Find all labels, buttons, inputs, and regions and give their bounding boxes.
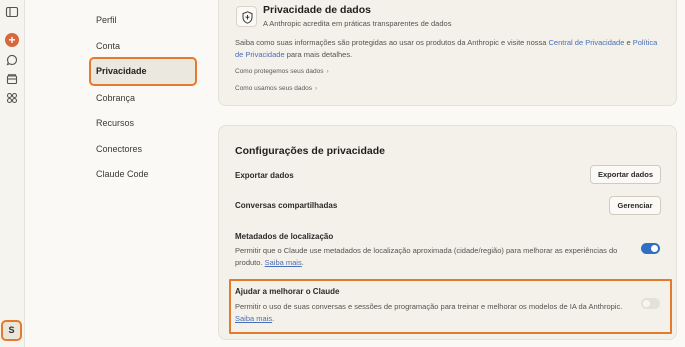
desc-text: Saiba como suas informações são protegid…: [235, 38, 549, 47]
desc-text: .: [301, 258, 304, 267]
how-we-protect-link[interactable]: Como protegemos seus dados ›: [235, 68, 329, 75]
chats-icon[interactable]: [5, 53, 19, 67]
manage-shared-button[interactable]: Gerenciar: [609, 196, 661, 215]
projects-icon[interactable]: [5, 72, 19, 86]
nav-item-recursos[interactable]: Recursos: [92, 112, 194, 134]
privacy-settings-title: Configurações de privacidade: [235, 145, 385, 157]
data-privacy-card: Privacidade de dados A Anthropic acredit…: [218, 0, 677, 106]
sidebar-toggle-icon[interactable]: [5, 5, 19, 19]
nav-item-perfil[interactable]: Perfil: [92, 9, 194, 31]
export-data-label: Exportar dados: [235, 171, 294, 180]
desc-text: para mais detalhes.: [284, 49, 353, 59]
nav-item-cobranca[interactable]: Cobrança: [92, 87, 194, 109]
location-metadata-desc: Permitir que o Claude use metadados de l…: [235, 245, 625, 269]
link-label: Como usamos seus dados: [235, 85, 312, 92]
shield-icon: [236, 6, 257, 27]
location-metadata-toggle[interactable]: [641, 243, 660, 254]
link-label: Como protegemos seus dados: [235, 68, 324, 75]
data-privacy-title: Privacidade de dados: [263, 4, 371, 16]
nav-item-claude-code[interactable]: Claude Code: [92, 163, 194, 185]
chevron-right-icon: ›: [326, 68, 329, 75]
nav-item-conta[interactable]: Conta: [92, 35, 194, 57]
improve-claude-highlight: [229, 279, 672, 334]
location-metadata-label: Metadados de localização: [235, 232, 334, 241]
how-we-use-link[interactable]: Como usamos seus dados ›: [235, 85, 317, 92]
nav-item-privacidade[interactable]: Privacidade: [89, 57, 197, 86]
artifacts-icon[interactable]: [5, 91, 19, 105]
left-rail: + S: [0, 0, 25, 347]
data-privacy-description: Saiba como suas informações são protegid…: [235, 37, 665, 60]
nav-item-conectores[interactable]: Conectores: [92, 138, 194, 160]
shared-chats-label: Conversas compartilhadas: [235, 201, 338, 210]
export-data-button[interactable]: Exportar dados: [590, 165, 661, 184]
desc-text: e: [624, 38, 633, 47]
location-learn-more-link[interactable]: Saiba mais: [265, 258, 302, 267]
new-chat-icon[interactable]: +: [5, 33, 19, 47]
toggle-knob: [651, 245, 658, 252]
avatar[interactable]: S: [1, 320, 22, 341]
privacy-center-link[interactable]: Central de Privacidade: [549, 38, 625, 47]
chevron-right-icon: ›: [314, 85, 318, 92]
data-privacy-subtitle: A Anthropic acredita em práticas transpa…: [263, 19, 452, 28]
